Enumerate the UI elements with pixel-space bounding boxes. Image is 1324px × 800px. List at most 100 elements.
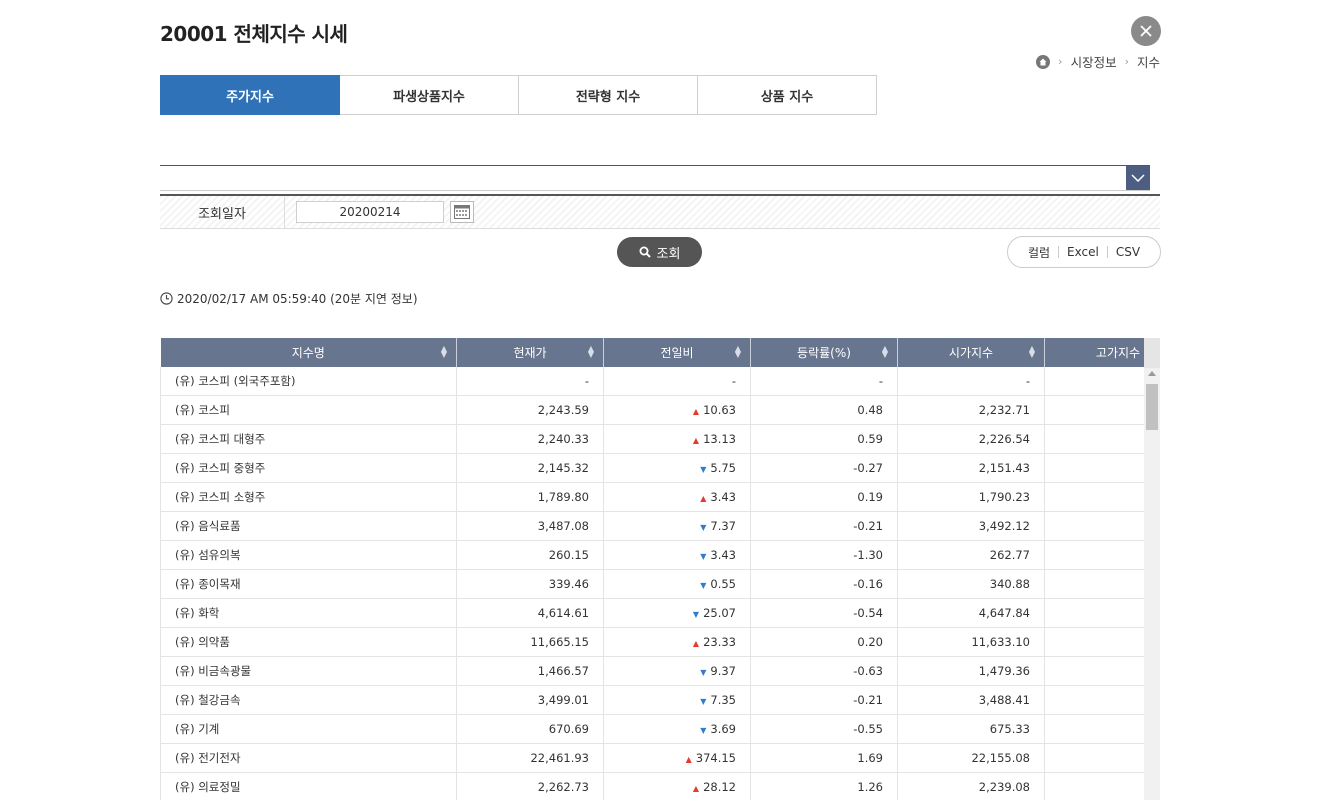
cell-current-price: 11,665.15 [456,627,604,657]
column-header-index-name[interactable]: 지수명 ▲ ▼ [160,338,457,367]
cell-change: ▲ 3.43 [603,482,751,512]
table-row[interactable]: (유) 코스피 (외국주포함) - - - - [160,367,1160,396]
cell-change-rate: 1.26 [750,772,898,800]
scrollbar-header [1144,338,1160,368]
table-row[interactable]: (유) 비금속광물1,466.57▼9.37-0.631,479.361 [160,656,1160,686]
up-arrow-icon: ▲ [700,494,707,503]
cell-open: 2,151.43 [897,453,1045,483]
cell-high: 1 [1044,656,1160,686]
cell-change: - [603,367,751,396]
cell-high [1044,367,1160,396]
table-row[interactable]: (유) 철강금속3,499.01▼7.35-0.213,488.413 [160,685,1160,715]
excel-download-button[interactable]: Excel [1059,245,1107,259]
tab-commodity-index[interactable]: 상품 지수 [698,75,877,115]
cell-high: 2 [1044,453,1160,483]
search-condition-row: 조회일자 [160,194,1160,229]
table-row[interactable]: (유) 기계 670.69 ▼ 3.69 -0.55 675.33 [160,714,1160,744]
index-table: 지수명 ▲ ▼ 현재가 ▲ ▼ 전일비 ▲ ▼ 등락률(%) ▲ ▼ 시가지수 ▲ ▼ 고가지수 (… [160,338,1160,800]
cell-current-price: 1,789.80 [456,482,604,512]
cell-change: ▼ 7.37 [603,511,751,541]
sort-icon[interactable]: ▲ ▼ [441,345,447,359]
cell-current-price: 2,262.73 [456,772,604,800]
up-arrow-icon: ▲ [692,639,700,648]
column-settings-button[interactable]: 컬럼 [1020,244,1058,261]
close-icon [1140,25,1152,37]
scroll-up-arrow-icon[interactable] [1148,371,1156,376]
chevron-down-icon[interactable] [1126,166,1150,190]
column-header-change[interactable]: 전일비 ▲ ▼ [603,338,751,367]
column-header-change-rate[interactable]: 등락률(%) ▲ ▼ [750,338,898,367]
cell-index-name: (유) 코스피 (외국주포함) [160,367,457,396]
close-button[interactable] [1131,16,1161,46]
calendar-button[interactable] [450,201,474,223]
cell-high [1044,714,1160,744]
column-header-open[interactable]: 시가지수 ▲ ▼ [897,338,1045,367]
cell-open: 1,479.36 [897,656,1045,686]
vertical-scrollbar[interactable] [1144,338,1160,800]
cell-change-rate: -0.55 [750,714,898,744]
table-row[interactable]: (유) 의약품11,665.15▲23.330.2011,633.1011 [160,627,1160,657]
table-row[interactable]: (유) 코스피 소형주1,789.80▲3.430.191,790.231 [160,482,1160,512]
down-arrow-icon: ▼ [700,523,707,532]
up-arrow-icon: ▲ [692,407,700,416]
cell-change: ▲ 28.12 [603,772,751,800]
cell-index-name: (유) 전기전자 [160,743,457,773]
down-arrow-icon: ▼ [700,697,707,706]
timestamp-text: 2020/02/17 AM 05:59:40 (20분 지연 정보) [177,292,418,306]
date-input[interactable] [296,201,444,223]
search-icon [639,246,651,258]
sort-icon[interactable]: ▲ ▼ [735,345,741,359]
cell-current-price: 4,614.61 [456,598,604,628]
cell-open: 1,790.23 [897,482,1045,512]
index-grid: 지수명 ▲ ▼ 현재가 ▲ ▼ 전일비 ▲ ▼ 등락률(%) ▲ ▼ 시가지수 ▲ ▼ 고가지수 (… [160,338,1160,800]
csv-download-button[interactable]: CSV [1108,245,1148,259]
cell-change-rate: 0.19 [750,482,898,512]
query-button[interactable]: 조회 [617,237,702,267]
breadcrumb-item-market[interactable]: 시장정보 [1071,52,1117,71]
cell-change-rate: 0.59 [750,424,898,454]
search-date-label: 조회일자 [160,196,285,228]
cell-index-name: (유) 기계 [160,714,457,744]
tab-stock-index[interactable]: 주가지수 [160,75,340,115]
sort-icon[interactable]: ▲ ▼ [588,345,594,359]
down-arrow-icon: ▼ [700,668,707,677]
down-arrow-icon: ▼ [700,552,707,561]
cell-high [1044,569,1160,599]
table-row[interactable]: (유) 코스피 중형주2,145.32▼5.75-0.272,151.432 [160,453,1160,483]
table-row[interactable]: (유) 의료정밀2,262.73▲28.121.262,239.082 [160,772,1160,800]
cell-open: 2,239.08 [897,772,1045,800]
sort-icon[interactable]: ▲ ▼ [882,345,888,359]
sort-icon[interactable]: ▲ ▼ [1029,345,1035,359]
cell-high: 11 [1044,627,1160,657]
cell-current-price: 22,461.93 [456,743,604,773]
cell-index-name: (유) 코스피 대형주 [160,424,457,454]
cell-change: ▲ 23.33 [603,627,751,657]
table-row[interactable]: (유) 섬유의복 260.15 ▼ 3.43 -1.30 262.77 [160,540,1160,570]
column-header-high[interactable]: 고가지수 [1044,338,1160,367]
cell-change-rate: - [750,367,898,396]
table-row[interactable]: (유) 음식료품3,487.08▼7.37-0.213,492.123 [160,511,1160,541]
chevron-right-icon: › [1058,55,1063,68]
table-body: (유) 코스피 (외국주포함) - - - - (유) 코스피 2,243.59 ▲ 10.63… [160,367,1160,800]
index-group-select[interactable] [160,165,1150,191]
breadcrumb-item-index[interactable]: 지수 [1137,52,1160,71]
tab-derivatives-index[interactable]: 파생상품지수 [340,75,519,115]
table-row[interactable]: (유) 코스피 대형주2,240.33▲13.130.592,226.542 [160,424,1160,454]
cell-index-name: (유) 철강금속 [160,685,457,715]
cell-change: ▼ 3.43 [603,540,751,570]
table-row[interactable]: (유) 전기전자22,461.93▲374.151.6922,155.0822 [160,743,1160,773]
column-header-current-price[interactable]: 현재가 ▲ ▼ [456,338,604,367]
tab-strategy-index[interactable]: 전략형 지수 [519,75,698,115]
home-icon[interactable] [1036,54,1051,69]
scrollbar-thumb[interactable] [1146,384,1158,430]
cell-change-rate: -1.30 [750,540,898,570]
table-row[interactable]: (유) 화학4,614.61▼25.07-0.544,647.844 [160,598,1160,628]
cell-high: 22 [1044,743,1160,773]
down-arrow-icon: ▼ [700,465,707,474]
cell-index-name: (유) 코스피 소형주 [160,482,457,512]
table-row[interactable]: (유) 종이목재 339.46 ▼ 0.55 -0.16 340.88 [160,569,1160,599]
table-row[interactable]: (유) 코스피2,243.59▲10.630.482,232.712 [160,395,1160,425]
cell-change: ▼ 9.37 [603,656,751,686]
cell-high: 2 [1044,424,1160,454]
calendar-icon [454,205,470,219]
